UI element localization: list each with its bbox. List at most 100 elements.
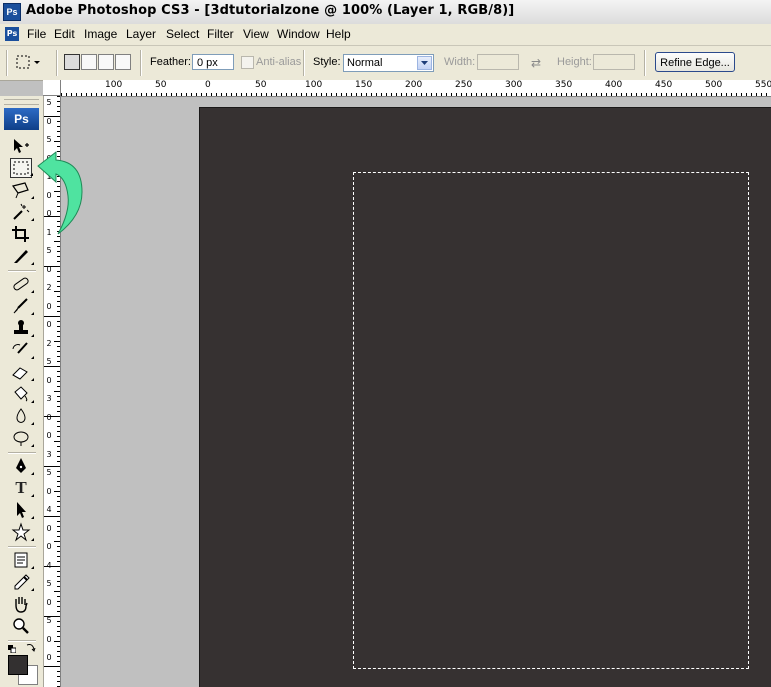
lasso-tool-icon[interactable] bbox=[10, 180, 34, 200]
antialias-checkbox[interactable] bbox=[241, 56, 254, 69]
paint-bucket-tool-icon[interactable] bbox=[10, 384, 34, 404]
ruler-tick bbox=[506, 93, 507, 96]
ruler-tick bbox=[57, 281, 60, 282]
ruler-tick bbox=[57, 496, 60, 497]
ruler-label: 400 bbox=[605, 80, 623, 90]
move-tool-icon[interactable] bbox=[10, 136, 32, 156]
ruler-tick bbox=[296, 93, 297, 96]
ruler-tick bbox=[381, 93, 382, 96]
ruler-tick bbox=[366, 93, 367, 96]
ruler-label: 250 bbox=[455, 80, 473, 90]
zoom-tool-icon[interactable] bbox=[10, 616, 32, 636]
ruler-tick bbox=[96, 93, 97, 96]
menu-file[interactable]: File bbox=[27, 27, 46, 41]
rectangular-marquee-preset-icon[interactable] bbox=[14, 52, 40, 72]
tools-panel-grip[interactable] bbox=[4, 99, 39, 105]
slice-tool-icon[interactable] bbox=[10, 246, 34, 266]
dodge-tool-icon[interactable] bbox=[10, 428, 34, 448]
width-input[interactable] bbox=[477, 54, 519, 70]
height-input[interactable] bbox=[593, 54, 635, 70]
ruler-label: 100 bbox=[305, 80, 323, 90]
history-brush-tool-icon[interactable] bbox=[10, 340, 34, 360]
ruler-label: 50 bbox=[155, 80, 167, 90]
notes-tool-icon[interactable] bbox=[10, 550, 34, 570]
ruler-label: 4 bbox=[46, 505, 52, 514]
ruler-tick bbox=[151, 93, 152, 96]
healing-brush-tool-icon[interactable] bbox=[10, 274, 34, 294]
ruler-tick bbox=[761, 93, 762, 96]
menu-image[interactable]: Image bbox=[84, 27, 117, 41]
ruler-tick bbox=[286, 93, 287, 96]
ruler-tick bbox=[316, 93, 317, 96]
ruler-tick bbox=[626, 93, 627, 96]
ruler-label: 500 bbox=[705, 80, 723, 90]
eraser-tool-icon[interactable] bbox=[10, 362, 34, 382]
ruler-label: 0 bbox=[46, 264, 52, 274]
eyedropper-tool-icon[interactable] bbox=[10, 572, 34, 592]
ruler-tick bbox=[57, 256, 60, 257]
ruler-tick bbox=[676, 93, 677, 96]
ruler-label: 2 bbox=[46, 283, 52, 292]
ruler-tick bbox=[61, 93, 62, 96]
pen-tool-icon[interactable] bbox=[10, 456, 34, 476]
photoshop-app-icon[interactable]: Ps bbox=[3, 3, 21, 21]
ruler-tick bbox=[57, 501, 60, 502]
menu-select[interactable]: Select bbox=[166, 27, 199, 41]
swap-colors-icon[interactable] bbox=[26, 642, 36, 652]
swap-dimensions-icon[interactable]: ⇄ bbox=[531, 56, 541, 70]
feather-input[interactable]: 0 px bbox=[192, 54, 234, 70]
clone-stamp-tool-icon[interactable] bbox=[10, 318, 34, 338]
new-selection-icon[interactable] bbox=[64, 54, 80, 70]
subtract-from-selection-icon[interactable] bbox=[98, 54, 114, 70]
ruler-tick bbox=[226, 93, 227, 96]
ruler-tick bbox=[57, 651, 60, 652]
crop-tool-icon[interactable] bbox=[10, 224, 32, 244]
ruler-tick bbox=[57, 536, 60, 537]
rectangular-marquee-tool-icon[interactable] bbox=[10, 158, 33, 178]
ruler-tick bbox=[101, 93, 102, 96]
chevron-down-icon[interactable] bbox=[417, 56, 432, 70]
ruler-tick bbox=[301, 93, 302, 96]
type-tool-icon[interactable]: T bbox=[10, 478, 34, 498]
ruler-tick bbox=[356, 93, 357, 96]
menu-edit[interactable]: Edit bbox=[54, 27, 75, 41]
ruler-tick bbox=[331, 93, 332, 96]
ruler-tick bbox=[76, 93, 77, 96]
menu-window[interactable]: Window bbox=[277, 27, 320, 41]
ruler-tick bbox=[171, 93, 172, 96]
custom-shape-tool-icon[interactable] bbox=[10, 522, 34, 542]
ruler-tick bbox=[521, 93, 522, 96]
style-select[interactable]: Normal bbox=[343, 54, 434, 72]
menu-view[interactable]: View bbox=[243, 27, 269, 41]
magic-wand-tool-icon[interactable] bbox=[10, 202, 34, 222]
menu-help[interactable]: Help bbox=[326, 27, 351, 41]
add-to-selection-icon[interactable] bbox=[81, 54, 97, 70]
style-select-value: Normal bbox=[347, 57, 383, 69]
path-selection-tool-icon[interactable] bbox=[10, 500, 34, 520]
ruler-tick bbox=[57, 271, 60, 272]
document-icon[interactable]: Ps bbox=[5, 27, 19, 41]
default-colors-icon[interactable] bbox=[8, 643, 17, 654]
foreground-color-swatch[interactable] bbox=[8, 655, 28, 675]
ruler-tick bbox=[411, 93, 412, 96]
blur-tool-icon[interactable] bbox=[10, 406, 34, 426]
ruler-label: 550 bbox=[755, 80, 771, 90]
ruler-tick bbox=[551, 93, 552, 96]
menu-bar: Ps File Edit Image Layer Select Filter V… bbox=[0, 24, 771, 46]
ruler-tick bbox=[57, 476, 60, 477]
ruler-tick bbox=[471, 93, 472, 96]
document-canvas[interactable] bbox=[199, 107, 771, 687]
photoshop-logo[interactable]: Ps bbox=[4, 108, 39, 130]
ruler-tick bbox=[456, 93, 457, 96]
brush-tool-icon[interactable] bbox=[10, 296, 34, 316]
ruler-tick bbox=[57, 361, 60, 362]
ruler-origin[interactable] bbox=[43, 80, 61, 96]
hand-tool-icon[interactable] bbox=[10, 594, 32, 614]
menu-layer[interactable]: Layer bbox=[126, 27, 156, 41]
ruler-tick bbox=[81, 93, 82, 96]
refine-edge-button[interactable]: Refine Edge... bbox=[655, 52, 735, 72]
ruler-tick bbox=[336, 93, 337, 96]
horizontal-ruler[interactable]: 100 50 0 50 100 150 200 250 300 350 400 450 500 550 bbox=[61, 80, 771, 97]
menu-filter[interactable]: Filter bbox=[207, 27, 234, 41]
intersect-selection-icon[interactable] bbox=[115, 54, 131, 70]
